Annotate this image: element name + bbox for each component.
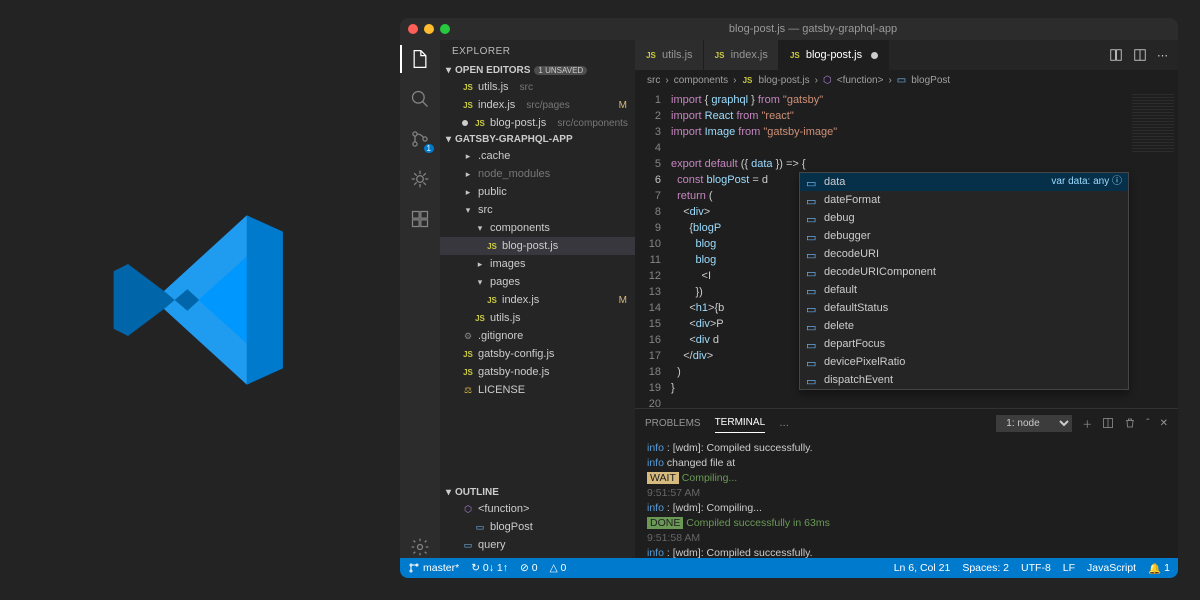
file-gitignore[interactable]: ⚙.gitignore [440,327,635,345]
bottom-panel: PROBLEMS TERMINAL … 1: node ＋ ˆ ✕ info :… [635,408,1178,558]
sidebar: EXPLORER ▾ OPEN EDITORS 1 UNSAVED JSutil… [440,40,635,558]
folder-cache[interactable]: ▸.cache [440,147,635,165]
new-terminal-icon[interactable]: ＋ [1082,416,1092,431]
maximize-panel-icon[interactable]: ˆ [1146,418,1149,429]
minimap[interactable] [1128,90,1178,408]
tab-index[interactable]: JSindex.js [704,40,779,70]
suggest-item[interactable]: ▭departFocus [800,335,1128,353]
indent-setting[interactable]: Spaces: 2 [962,562,1009,574]
status-errors[interactable]: ⊘ 0 [520,562,538,574]
cursor-position[interactable]: Ln 6, Col 21 [894,562,951,574]
explorer-icon[interactable] [409,48,431,70]
open-editors-section[interactable]: ▾ OPEN EDITORS 1 UNSAVED [440,63,635,78]
window-title: blog-post.js — gatsby-graphql-app [456,23,1170,35]
code-editor[interactable]: 1234567891011121314151617181920 import {… [635,90,1178,408]
outline-section[interactable]: ▾ OUTLINE [440,485,635,500]
editor-tabs: JSutils.js JSindex.js JSblog-post.js ⋯ [635,40,1178,70]
close-icon[interactable] [408,24,418,34]
panel-tab-more[interactable]: … [779,414,789,433]
folder-public[interactable]: ▸public [440,183,635,201]
tab-utils[interactable]: JSutils.js [635,40,704,70]
minimize-icon[interactable] [424,24,434,34]
extensions-icon[interactable] [409,208,431,230]
sidebar-title: EXPLORER [440,40,635,63]
panel-tab-terminal[interactable]: TERMINAL [715,413,766,433]
suggest-item[interactable]: ▭debug [800,209,1128,227]
notifications-icon[interactable]: 🔔1 [1148,562,1170,575]
split-icon[interactable] [1133,48,1147,62]
eol[interactable]: LF [1063,562,1075,574]
debug-icon[interactable] [409,168,431,190]
suggest-item[interactable]: ▭default [800,281,1128,299]
outline-item[interactable]: ⬡<function> [440,500,635,518]
titlebar[interactable]: blog-post.js — gatsby-graphql-app [400,18,1178,40]
suggest-item[interactable]: ▭dispatchEvent [800,371,1128,389]
file-gatsby-config[interactable]: JSgatsby-config.js [440,345,635,363]
breadcrumb[interactable]: src›components›JSblog-post.js›⬡<function… [635,70,1178,90]
intellisense-popup[interactable]: ▭datavar data: any ⓘ▭dateFormat▭debug▭de… [799,172,1129,390]
file-license[interactable]: ⚖LICENSE [440,381,635,399]
terminal-output[interactable]: info : [wdm]: Compiled successfully.info… [635,437,1178,558]
suggest-item[interactable]: ▭decodeURIComponent [800,263,1128,281]
close-panel-icon[interactable]: ✕ [1160,418,1168,429]
panel-tab-problems[interactable]: PROBLEMS [645,414,701,433]
suggest-item[interactable]: ▭dateFormat [800,191,1128,209]
language-mode[interactable]: JavaScript [1087,562,1136,574]
file-blog-post[interactable]: JSblog-post.js [440,237,635,255]
compare-icon[interactable] [1109,48,1123,62]
open-editor-item[interactable]: JSblog-post.js src/components [440,114,635,132]
split-terminal-icon[interactable] [1102,417,1114,429]
project-section[interactable]: ▾ GATSBY-GRAPHQL-APP [440,132,635,147]
suggest-item[interactable]: ▭devicePixelRatio [800,353,1128,371]
suggest-item[interactable]: ▭defaultStatus [800,299,1128,317]
git-branch[interactable]: master* [408,562,459,574]
suggest-item[interactable]: ▭debugger [800,227,1128,245]
activity-bar: 1 [400,40,440,558]
vscode-window: blog-post.js — gatsby-graphql-app 1 EXPL… [400,18,1178,578]
folder-node-modules[interactable]: ▸node_modules [440,165,635,183]
file-gatsby-node[interactable]: JSgatsby-node.js [440,363,635,381]
kill-terminal-icon[interactable] [1124,417,1136,429]
encoding[interactable]: UTF-8 [1021,562,1051,574]
outline-item[interactable]: ▭blogPost [440,518,635,536]
vscode-logo [0,210,400,390]
suggest-item[interactable]: ▭decodeURI [800,245,1128,263]
suggest-item[interactable]: ▭datavar data: any ⓘ [800,173,1128,191]
folder-images[interactable]: ▸images [440,255,635,273]
scm-icon[interactable]: 1 [409,128,431,150]
open-editor-item[interactable]: JSindex.js src/pagesM [440,96,635,114]
git-sync[interactable]: ↻ 0↓ 1↑ [471,562,508,574]
file-index[interactable]: JSindex.jsM [440,291,635,309]
search-icon[interactable] [409,88,431,110]
file-utils[interactable]: JSutils.js [440,309,635,327]
open-editor-item[interactable]: JSutils.js src [440,78,635,96]
tab-blog-post[interactable]: JSblog-post.js [779,40,889,70]
folder-components[interactable]: ▾components [440,219,635,237]
status-bar: master* ↻ 0↓ 1↑ ⊘ 0 △ 0 Ln 6, Col 21 Spa… [400,558,1178,578]
outline-item[interactable]: ▭query [440,536,635,554]
maximize-icon[interactable] [440,24,450,34]
folder-src[interactable]: ▾src [440,201,635,219]
terminal-select[interactable]: 1: node [996,415,1072,432]
suggest-item[interactable]: ▭delete [800,317,1128,335]
folder-pages[interactable]: ▾pages [440,273,635,291]
status-warnings[interactable]: △ 0 [550,562,567,574]
more-icon[interactable]: ⋯ [1157,49,1168,62]
settings-icon[interactable] [409,536,431,558]
